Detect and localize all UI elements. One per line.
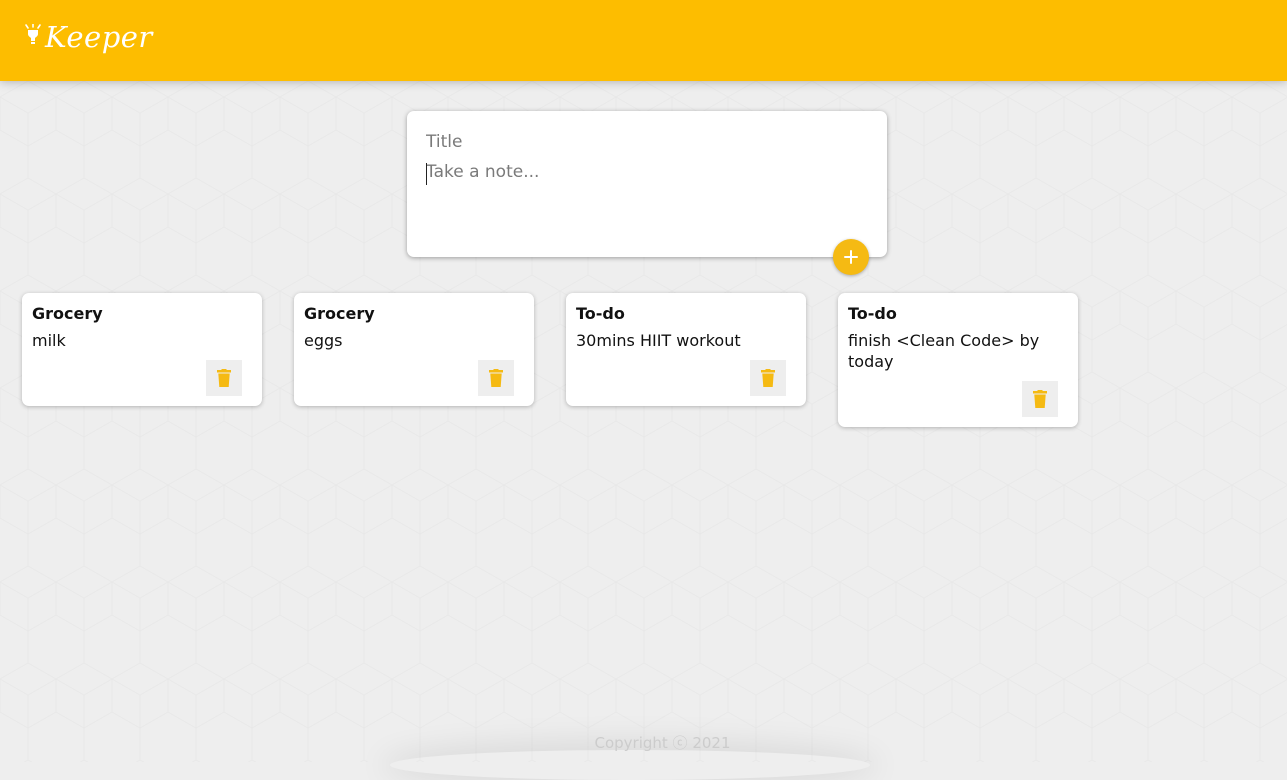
note-title-input[interactable]: [426, 130, 866, 154]
note-content: finish <Clean Code> by today: [848, 331, 1040, 371]
trash-icon: [217, 369, 231, 387]
copyright-text: Copyright ⓒ 2021: [594, 734, 731, 752]
create-note-form: [407, 111, 887, 275]
app-name: Keeper: [45, 20, 153, 54]
delete-note-button[interactable]: [1022, 381, 1058, 417]
note-title: Grocery: [304, 304, 375, 323]
note-content: eggs: [304, 331, 343, 350]
note-card: Grocery milk: [22, 293, 262, 406]
trash-icon: [1033, 390, 1047, 408]
footer-shadow: [390, 750, 870, 780]
note-card: To-do 30mins HIIT workout: [566, 293, 806, 406]
app-footer: Copyright ⓒ 2021: [0, 722, 1287, 762]
trash-icon: [489, 369, 503, 387]
delete-note-button[interactable]: [478, 360, 514, 396]
app-logo[interactable]: Keeper: [24, 20, 153, 54]
note-content: 30mins HIIT workout: [576, 331, 741, 350]
add-note-button[interactable]: [833, 239, 869, 275]
note-content: milk: [32, 331, 66, 350]
note-content-input[interactable]: [426, 162, 866, 232]
text-cursor: [426, 163, 427, 185]
lightbulb-icon: [25, 24, 41, 44]
note-card: To-do finish <Clean Code> by today: [838, 293, 1078, 427]
app-header: Keeper: [0, 0, 1287, 81]
note-title: Grocery: [32, 304, 103, 323]
trash-icon: [761, 369, 775, 387]
note-title: To-do: [576, 304, 625, 323]
delete-note-button[interactable]: [750, 360, 786, 396]
note-card: Grocery eggs: [294, 293, 534, 406]
delete-note-button[interactable]: [206, 360, 242, 396]
note-title: To-do: [848, 304, 897, 323]
plus-icon: [844, 250, 858, 264]
